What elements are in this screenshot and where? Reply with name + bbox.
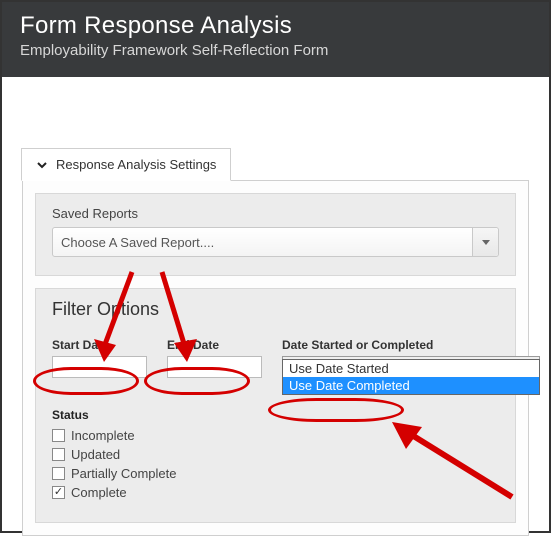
date-mode-option-completed[interactable]: Use Date Completed xyxy=(283,377,539,394)
saved-reports-value: Choose A Saved Report.... xyxy=(61,235,214,250)
end-date-label: End Date xyxy=(167,338,262,352)
date-mode-label: Date Started or Completed xyxy=(282,338,540,352)
start-date-label: Start Date xyxy=(52,338,147,352)
status-option-partially-complete[interactable]: Partially Complete xyxy=(52,466,499,481)
page-title: Form Response Analysis xyxy=(20,12,531,40)
checkbox-checked-icon xyxy=(52,486,65,499)
tab-label: Response Analysis Settings xyxy=(56,157,216,172)
tab-response-analysis-settings[interactable]: Response Analysis Settings xyxy=(21,148,231,181)
page-subtitle: Employability Framework Self-Reflection … xyxy=(20,42,531,59)
saved-reports-well: Saved Reports Choose A Saved Report.... xyxy=(35,193,516,276)
end-date-field: End Date xyxy=(167,338,262,378)
page-header: Form Response Analysis Employability Fra… xyxy=(2,2,549,77)
dropdown-arrow-icon xyxy=(472,228,498,256)
content-area: Response Analysis Settings Saved Reports… xyxy=(2,77,549,556)
chevron-down-icon xyxy=(36,159,48,171)
filter-options-title: Filter Options xyxy=(52,299,499,320)
status-label: Incomplete xyxy=(71,428,135,443)
status-label: Complete xyxy=(71,485,127,500)
settings-panel: Saved Reports Choose A Saved Report.... … xyxy=(22,180,529,536)
date-mode-dropdown: Use Date Started Use Date Completed xyxy=(282,359,540,395)
checkbox-icon xyxy=(52,429,65,442)
saved-reports-select[interactable]: Choose A Saved Report.... xyxy=(52,227,499,257)
start-date-input[interactable] xyxy=(52,356,147,378)
status-block: Status Incomplete Updated Partially Comp… xyxy=(52,408,499,500)
end-date-input[interactable] xyxy=(167,356,262,378)
status-label: Partially Complete xyxy=(71,466,177,481)
status-title: Status xyxy=(52,408,499,422)
filter-options-section: Filter Options Start Date End Date Date … xyxy=(35,288,516,523)
status-label: Updated xyxy=(71,447,120,462)
start-date-field: Start Date xyxy=(52,338,147,378)
status-option-updated[interactable]: Updated xyxy=(52,447,499,462)
checkbox-icon xyxy=(52,448,65,461)
status-option-incomplete[interactable]: Incomplete xyxy=(52,428,499,443)
date-mode-field: Date Started or Completed Use Date Start… xyxy=(282,338,540,378)
checkbox-icon xyxy=(52,467,65,480)
date-mode-option-started[interactable]: Use Date Started xyxy=(283,360,539,377)
saved-reports-label: Saved Reports xyxy=(52,206,499,221)
status-option-complete[interactable]: Complete xyxy=(52,485,499,500)
filter-row: Start Date End Date Date Started or Comp… xyxy=(52,338,499,378)
